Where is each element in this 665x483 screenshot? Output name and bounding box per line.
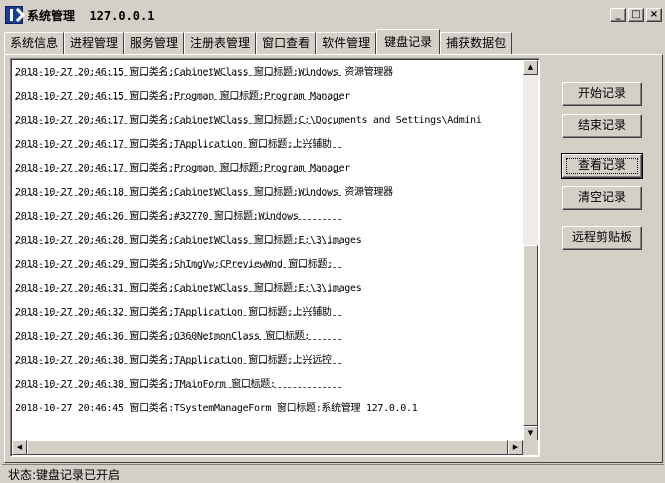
maximize-button[interactable]: □ [628,8,644,22]
log-entry: 2018-10-27 20:46:17 窗口类名:TApplication 窗口… [15,131,522,155]
log-entry: 2018-10-27 20:46:45 窗口类名:TSystemManageFo… [15,395,522,419]
log-separator [15,75,341,76]
tab-software-manager[interactable]: 软件管理 [316,32,377,54]
minimize-button[interactable]: _ [610,8,626,22]
start-record-button[interactable]: 开始记录 [562,82,642,106]
close-icon: × [649,9,659,20]
window-title: 系统管理 127.0.0.1 [27,8,155,23]
scroll-right-button[interactable]: ▶ [508,440,523,455]
minimize-icon: _ [615,9,621,20]
log-separator [15,387,341,388]
log-separator [15,219,341,220]
scroll-left-button[interactable]: ◀ [12,440,27,455]
scrollbar-corner [523,440,538,455]
log-entry: 2018-10-27 20:46:26 窗口类名:#32770 窗口标题:Win… [15,203,522,227]
horizontal-scrollbar[interactable]: ◀ ▶ [12,440,523,455]
clear-record-button[interactable]: 清空记录 [562,186,642,210]
tab-strip: 系统信息 进程管理 服务管理 注册表管理 窗口查看 软件管理 键盘记录 捕获数据… [4,29,513,54]
tab-process-manager[interactable]: 进程管理 [64,32,125,54]
vertical-scroll-thumb[interactable] [523,245,538,426]
log-separator [15,363,341,364]
status-bar: 状态:键盘记录已开启 [2,464,664,482]
log-separator [15,195,341,196]
log-entry-text: 2018-10-27 20:46:45 窗口类名:TSystemManageFo… [15,403,418,414]
log-entry: 2018-10-27 20:46:31 窗口类名:CabinetWClass 窗… [15,275,522,299]
horizontal-scroll-thumb[interactable] [27,440,508,455]
view-record-button[interactable]: 查看记录 [561,153,643,179]
log-entry: 2018-10-27 20:46:29 窗口类名:ShImgVw:CPrevie… [15,251,522,275]
scroll-up-button[interactable]: ▲ [523,60,538,75]
remote-clipboard-button[interactable]: 远程剪贴板 [562,226,642,250]
tab-service-manager[interactable]: 服务管理 [124,32,185,54]
scroll-down-button[interactable]: ▼ [523,426,538,441]
log-entry: 2018-10-27 20:46:32 窗口类名:TApplication 窗口… [15,299,522,323]
log-separator [15,147,341,148]
log-separator [15,291,341,292]
window-controls: _ □ × [610,8,662,22]
keylog-content: 2018-10-27 20:46:15 窗口类名:CabinetWClass 窗… [15,59,522,442]
log-entry: 2018-10-27 20:46:17 窗口类名:CabinetWClass 窗… [15,107,522,131]
log-entry: 2018-10-27 20:46:36 窗口类名:Q360NetmonClass… [15,323,522,347]
log-separator [15,99,341,100]
log-entry: 2018-10-27 20:46:38 窗口类名:TMainForm 窗口标题: [15,371,522,395]
title-bar[interactable]: 系统管理 127.0.0.1 _ □ × [2,3,664,27]
tab-system-info[interactable]: 系统信息 [4,32,65,54]
log-entry: 2018-10-27 20:46:15 窗口类名:Progman 窗口标题:Pr… [15,83,522,107]
keylogger-panel: 2018-10-27 20:46:15 窗口类名:CabinetWClass 窗… [4,54,663,463]
log-separator [15,267,341,268]
log-entry: 2018-10-27 20:46:38 窗口类名:TApplication 窗口… [15,347,522,371]
log-entry: 2018-10-27 20:46:28 窗口类名:CabinetWClass 窗… [15,227,522,251]
log-separator [15,171,341,172]
app-logo-icon[interactable] [5,6,23,24]
keylog-list[interactable]: 2018-10-27 20:46:15 窗口类名:CabinetWClass 窗… [10,58,540,457]
log-entry: 2018-10-27 20:46:18 窗口类名:CabinetWClass 窗… [15,179,522,203]
log-separator [15,339,341,340]
log-separator [15,243,341,244]
maximize-icon: □ [631,9,641,20]
log-entry: 2018-10-27 20:46:17 窗口类名:Progman 窗口标题:Pr… [15,155,522,179]
status-text: 状态:键盘记录已开启 [8,468,121,482]
tab-registry-manager[interactable]: 注册表管理 [184,32,257,54]
log-separator [15,315,341,316]
system-manage-window: 系统管理 127.0.0.1 _ □ × 系统信息 进程管理 服务管理 注册表管… [0,0,665,482]
stop-record-button[interactable]: 结束记录 [562,114,642,138]
tab-keylogger[interactable]: 键盘记录 [376,29,441,54]
vertical-scrollbar[interactable]: ▲ ▼ [523,60,538,441]
tab-packet-capture[interactable]: 捕获数据包 [440,32,513,54]
log-separator [15,123,341,124]
close-button[interactable]: × [646,8,662,22]
tab-window-viewer[interactable]: 窗口查看 [256,32,317,54]
log-entry: 2018-10-27 20:46:15 窗口类名:CabinetWClass 窗… [15,59,522,83]
